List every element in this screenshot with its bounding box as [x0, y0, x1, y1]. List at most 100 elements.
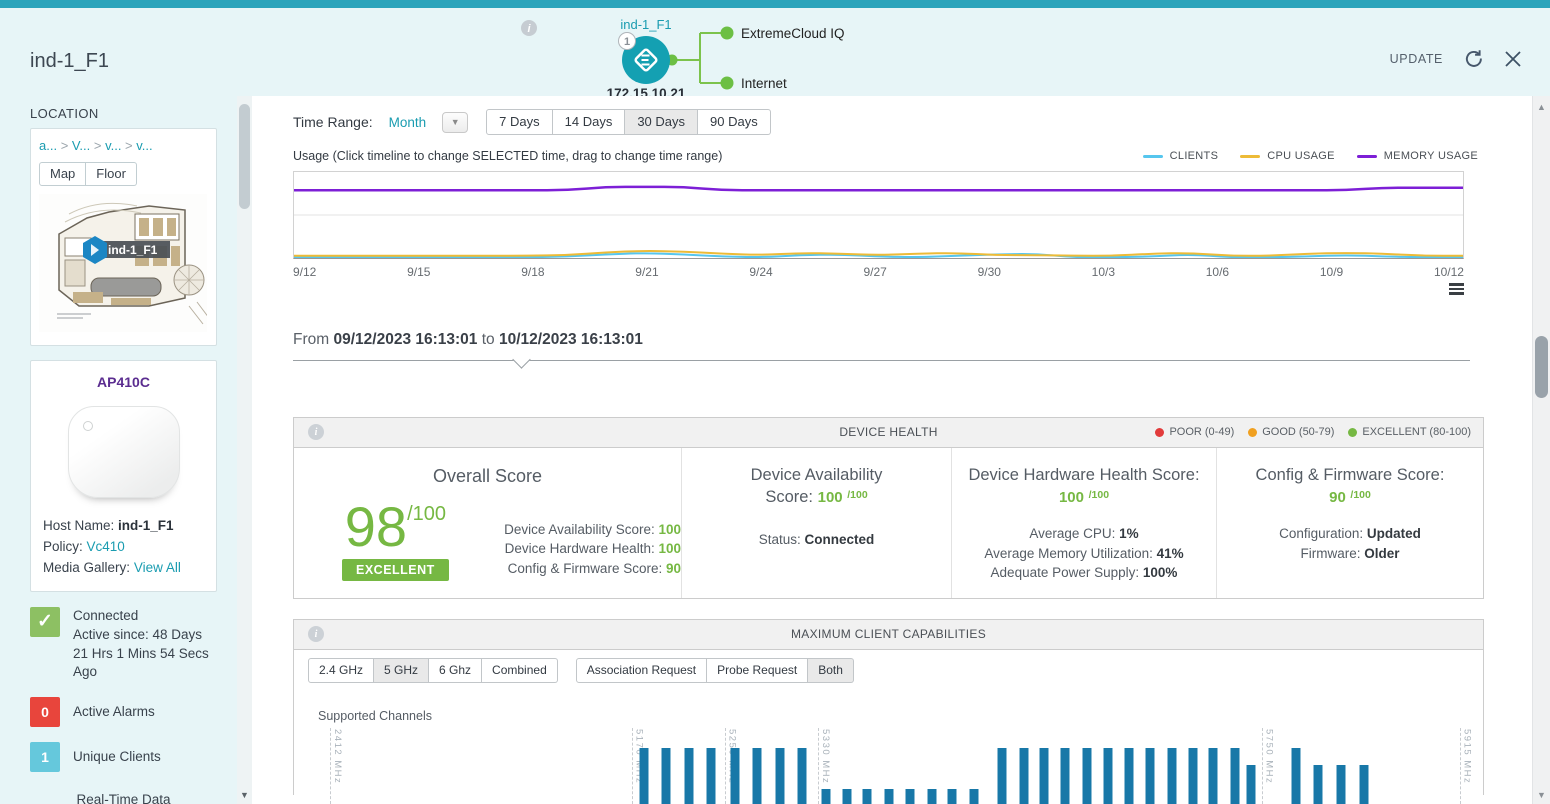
connection-status-row: ✓ ConnectedActive since: 48 Days 21 Hrs … [30, 607, 217, 683]
health-legend-item-excellent-80-100: EXCELLENT (80-100) [1348, 426, 1471, 438]
health-detail-row: Device Hardware Health: 100 [491, 539, 681, 559]
channel-gridline-label: 5915 MHz [1462, 729, 1472, 784]
health-detail-row: Configuration: Updated [1217, 524, 1483, 544]
close-icon[interactable] [1504, 50, 1522, 68]
health-detail-row: Device Availability Score: 100 [491, 520, 681, 540]
page-scrollbar[interactable]: ▲ ▼ [1532, 96, 1550, 804]
location-heading: LOCATION [30, 106, 217, 121]
main-content: Time Range: Month ▼ 7 Days14 Days30 Days… [252, 96, 1532, 804]
internet-node-dot[interactable] [721, 77, 734, 90]
period-text: From 09/12/2023 16:13:01 to 10/12/2023 1… [293, 331, 1484, 349]
breadcrumb-link[interactable]: v... [136, 138, 152, 153]
header: ind-1_F1 i ind-1_F1 1 172.15.10.21 Extre… [0, 8, 1550, 96]
channel-gridline [1262, 728, 1263, 804]
client-count-badge[interactable]: 1 [30, 742, 60, 772]
breadcrumb-link[interactable]: v... [105, 138, 121, 153]
time-range-button-30-days[interactable]: 30 Days [625, 109, 698, 135]
overall-score-heading: Overall Score [294, 464, 681, 488]
client-capabilities-title: MAXIMUM CLIENT CAPABILITIES [294, 627, 1483, 641]
hardware-health-column: Device Hardware Health Score: 100 /100 A… [951, 448, 1216, 598]
sidebar-scrollbar[interactable]: ▼ [237, 96, 252, 804]
channel-bar [1209, 748, 1218, 803]
availability-column: Device Availability Score: 100 /100 Stat… [681, 448, 951, 598]
x-axis-tick: 10/6 [1206, 265, 1229, 279]
time-range-button-14-days[interactable]: 14 Days [553, 109, 626, 135]
usage-hint: Usage (Click timeline to change SELECTED… [293, 149, 722, 163]
page-title: ind-1_F1 [30, 50, 109, 73]
x-axis-tick: 9/12 [293, 265, 316, 279]
host-name-row: Host Name: ind-1_F1 [43, 516, 204, 537]
band-button-5-ghz[interactable]: 5 GHz [374, 658, 429, 683]
overall-score-column: Overall Score 98/100 EXCELLENT Device Av… [294, 448, 681, 598]
channel-bar [948, 789, 957, 804]
cloud-node-label: ExtremeCloud IQ [741, 26, 845, 41]
x-axis-tick: 9/30 [978, 265, 1001, 279]
legend-item-cpu-usage[interactable]: CPU USAGE [1240, 150, 1335, 162]
legend-swatch [1143, 155, 1163, 158]
clients-row: 1 Unique Clients [30, 742, 217, 772]
supported-channels-chart: 2412 MHz5170 MHz5250 MHz5330 MHz5750 MHz… [321, 728, 1471, 804]
channel-bar [1125, 748, 1134, 803]
device-model: AP410C [43, 374, 204, 390]
channel-bar [1168, 748, 1177, 803]
band-button-combined[interactable]: Combined [482, 658, 558, 683]
request-button-association-request[interactable]: Association Request [576, 658, 707, 683]
legend-item-memory-usage[interactable]: MEMORY USAGE [1357, 150, 1478, 162]
cloud-node-dot[interactable] [721, 27, 734, 40]
sidebar-scroll-down-icon[interactable]: ▼ [240, 790, 249, 800]
health-legend: POOR (0-49)GOOD (50-79)EXCELLENT (80-100… [1155, 426, 1471, 438]
refresh-icon[interactable] [1463, 48, 1484, 69]
channel-bar [1040, 748, 1049, 803]
clients-label: Unique Clients [73, 748, 217, 767]
time-range-button-90-days[interactable]: 90 Days [698, 109, 771, 135]
map-floor-toggle: MapFloor [39, 162, 208, 186]
x-axis-tick: 9/27 [863, 265, 886, 279]
channel-gridline [330, 728, 331, 804]
hardware-heading: Device Hardware Health Score: 100 /100 [952, 464, 1216, 509]
x-axis-tick: 10/3 [1092, 265, 1115, 279]
channel-bar [885, 789, 894, 804]
channel-bar [1103, 748, 1112, 803]
band-button-2-4-ghz[interactable]: 2.4 GHz [308, 658, 374, 683]
breadcrumb-separator: > [90, 138, 105, 153]
breadcrumb-link[interactable]: a... [39, 138, 57, 153]
channel-bar [970, 789, 979, 804]
legend-item-clients[interactable]: CLIENTS [1143, 150, 1219, 162]
usage-legend: CLIENTS CPU USAGE MEMORY USAGE [1143, 150, 1478, 162]
time-range-mode[interactable]: Month [389, 115, 427, 130]
request-button-probe-request[interactable]: Probe Request [707, 658, 808, 683]
usage-timeline-chart[interactable] [293, 171, 1464, 259]
config-firmware-column: Config & Firmware Score: 90 /100 Configu… [1216, 448, 1483, 598]
time-range-dropdown[interactable]: ▼ [442, 112, 468, 133]
connected-check-icon: ✓ [30, 607, 60, 637]
health-detail-row: Status: Connected [682, 530, 951, 550]
scroll-down-icon[interactable]: ▼ [1537, 790, 1546, 800]
device-health-panel: i DEVICE HEALTH POOR (0-49)GOOD (50-79)E… [293, 417, 1484, 599]
realtime-heading: Real-Time Data [30, 792, 217, 804]
page-scrollbar-thumb[interactable] [1535, 336, 1548, 398]
device-logo-dot [83, 421, 93, 431]
series-cpu-usage [294, 251, 1463, 256]
sidebar-scrollbar-thumb[interactable] [239, 104, 250, 209]
breadcrumb-link[interactable]: V... [72, 138, 90, 153]
channel-bar [927, 789, 936, 804]
period-from: 09/12/2023 16:13:01 [333, 331, 477, 348]
alarm-count-badge[interactable]: 0 [30, 697, 60, 727]
media-gallery-row: Media Gallery: View All [43, 558, 204, 579]
band-button-6-ghz[interactable]: 6 Ghz [429, 658, 482, 683]
media-gallery-link[interactable]: View All [134, 560, 181, 575]
view-button-map[interactable]: Map [39, 162, 86, 186]
view-button-floor[interactable]: Floor [86, 162, 137, 186]
update-button[interactable]: UPDATE [1390, 52, 1443, 66]
request-button-both[interactable]: Both [808, 658, 854, 683]
floorplan-image[interactable]: ind-1_F1 [39, 194, 207, 332]
scroll-up-icon[interactable]: ▲ [1537, 102, 1546, 112]
breadcrumb-separator: > [57, 138, 72, 153]
series-memory-usage [294, 187, 1463, 190]
menu-icon[interactable] [1449, 283, 1464, 297]
channel-bar [640, 748, 649, 803]
chevron-down-icon: ▼ [451, 117, 460, 127]
time-range-button-7-days[interactable]: 7 Days [486, 109, 552, 135]
policy-link[interactable]: Vc410 [87, 539, 125, 554]
channel-bar [1247, 765, 1256, 804]
